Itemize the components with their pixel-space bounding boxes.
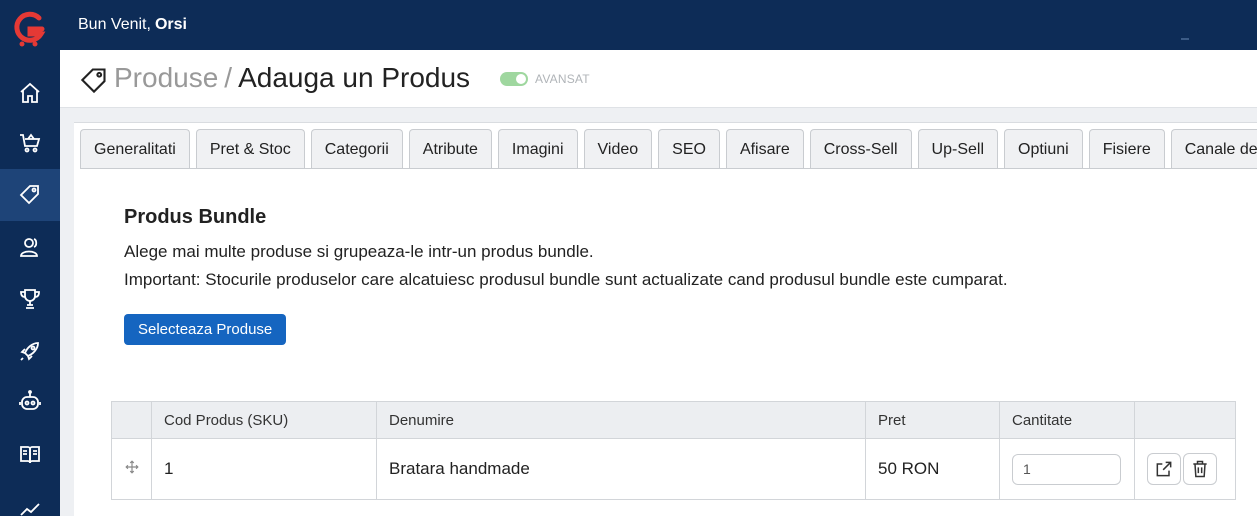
users-icon [20,238,38,257]
brand-logo-icon[interactable] [12,10,46,48]
open-product-button[interactable] [1147,453,1181,485]
toggle-label: AVANSAT [535,72,590,86]
tabs-divider [80,168,1257,169]
sidebar-item-reports[interactable] [0,483,60,516]
move-icon[interactable] [124,460,139,474]
section-description: Alege mai multe produse si grupeaza-le i… [124,242,594,261]
section-note: Important: Stocurile produselor care alc… [124,270,1008,289]
column-header-actions [1134,401,1236,439]
trophy-icon [20,289,40,309]
tab-seo[interactable]: SEO [658,129,720,169]
quantity-cell [999,438,1135,500]
price-cell: 50 RON [865,438,1000,500]
chart-icon [20,503,40,516]
breadcrumb-separator: / [224,62,233,93]
sku-cell: 1 [151,438,377,500]
sidebar-item-customers[interactable] [0,221,60,273]
drag-handle-cell[interactable] [111,438,152,500]
sidebar-item-products[interactable] [0,169,60,221]
tab-pret-stoc[interactable]: Pret & Stoc [195,129,305,169]
tab-video[interactable]: Video [583,129,653,169]
advanced-toggle[interactable]: AVANSAT [500,72,590,86]
sidebar [0,0,60,516]
bundle-products-table: Cod Produs (SKU) Denumire Pret Cantitate… [111,401,1236,500]
top-bar: Bun Venit, Orsi [60,0,1257,50]
breadcrumb-current: Adauga un Produs [238,62,471,93]
page-header: Produse / Adauga un Produs AVANSAT [60,50,1257,108]
tab-afisare[interactable]: Afisare [725,129,804,169]
tag-icon [19,185,39,205]
product-form-panel: Generalitati Pret & Stoc Categorii Atrib… [74,122,1257,516]
tab-up-sell[interactable]: Up-Sell [917,129,998,169]
user-name[interactable]: Orsi [155,16,187,34]
product-tabs: Generalitati Pret & Stoc Categorii Atrib… [80,129,1257,169]
share-icon [1156,461,1172,477]
robot-icon [19,390,41,410]
table-row: 1 Bratara handmade 50 RON [111,438,1236,500]
tab-cross-sell[interactable]: Cross-Sell [809,129,912,169]
column-header-price: Pret [865,401,1000,439]
product-name-cell: Bratara handmade [376,438,866,500]
sidebar-item-home[interactable] [0,67,60,119]
tag-icon [80,68,106,94]
book-icon [20,446,40,464]
sidebar-item-orders[interactable] [0,117,60,169]
rocket-icon [20,342,39,361]
topbar-mark [1181,38,1189,40]
sidebar-item-marketing[interactable] [0,325,60,377]
quantity-input[interactable] [1012,453,1121,485]
home-icon [20,82,40,103]
sidebar-item-rewards[interactable] [0,273,60,325]
breadcrumb-products[interactable]: Produse [114,62,218,93]
section-title: Produs Bundle [124,206,267,228]
column-header-quantity: Cantitate [999,401,1135,439]
tab-categorii[interactable]: Categorii [310,129,403,169]
tab-atribute[interactable]: Atribute [408,129,492,169]
actions-cell [1134,438,1236,500]
tab-generalitati[interactable]: Generalitati [80,129,190,169]
column-header-name: Denumire [376,401,866,439]
page-title: Produse / Adauga un Produs [114,62,470,94]
cart-icon [20,133,41,153]
delete-product-button[interactable] [1183,453,1217,485]
toggle-switch[interactable] [500,72,528,86]
tab-fisiere[interactable]: Fisiere [1088,129,1165,169]
tab-imagini[interactable]: Imagini [497,129,578,169]
column-header-sku: Cod Produs (SKU) [151,401,377,439]
column-header-drag [111,401,152,439]
trash-icon [1193,460,1207,478]
tab-optiuni[interactable]: Optiuni [1004,129,1083,169]
select-products-button[interactable]: Selecteaza Produse [124,314,287,345]
tab-canale-de-vanzare[interactable]: Canale de V [1170,129,1257,169]
sidebar-item-content[interactable] [0,429,60,481]
sidebar-item-automation[interactable] [0,375,60,427]
greeting-text: Bun Venit, [78,16,151,33]
table-header-row: Cod Produs (SKU) Denumire Pret Cantitate [111,401,1236,439]
